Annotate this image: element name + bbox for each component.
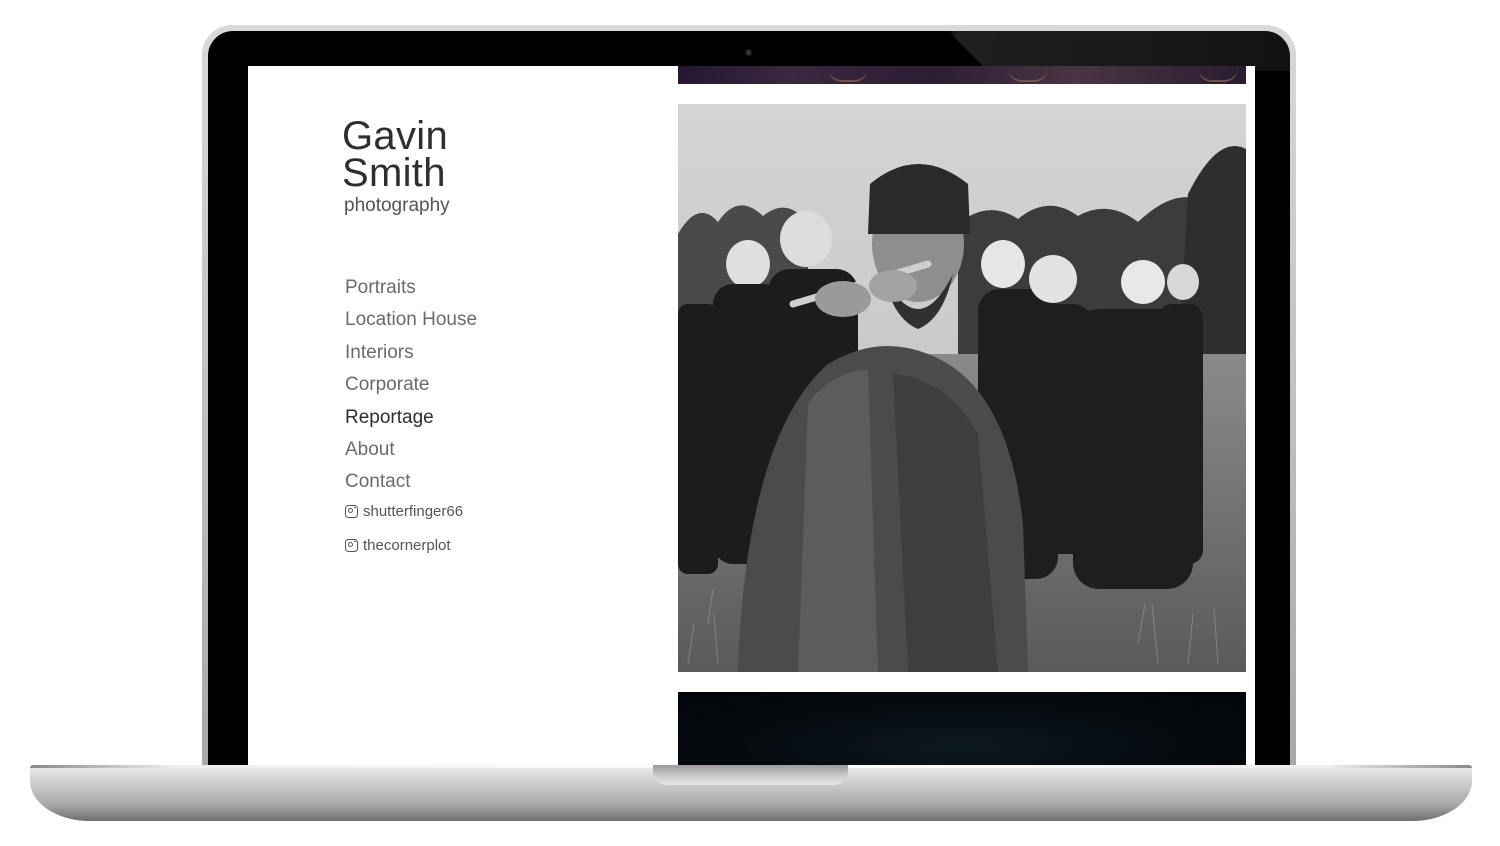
gallery-photo-previous[interactable] xyxy=(678,66,1246,84)
photo-detail xyxy=(1198,68,1238,82)
nav-item-reportage[interactable]: Reportage xyxy=(345,402,477,434)
nav-item-about[interactable]: About xyxy=(345,434,477,466)
nav-item-corporate[interactable]: Corporate xyxy=(345,369,477,401)
nav-item-portraits[interactable]: Portraits xyxy=(345,272,477,304)
brand-line-2: Smith xyxy=(342,151,446,195)
gallery-photo-main[interactable] xyxy=(678,104,1246,672)
reportage-photo xyxy=(678,104,1246,672)
site-logo[interactable]: Gavin Smith photography xyxy=(342,114,450,218)
laptop-hinge-notch xyxy=(653,765,848,785)
social-link-thecornerplot[interactable]: thecornerplot xyxy=(345,536,463,554)
browser-viewport: Gavin Smith photography Portraits Locati… xyxy=(248,66,1255,765)
social-links: shutterfinger66 thecornerplot xyxy=(345,502,463,570)
instagram-icon xyxy=(345,504,358,518)
social-handle: shutterfinger66 xyxy=(363,502,464,520)
photo-detail xyxy=(828,68,868,82)
instagram-icon xyxy=(345,538,358,552)
brand-subtitle: photography xyxy=(344,195,450,216)
webcam xyxy=(746,50,751,55)
brand-line-1: Gavin xyxy=(342,114,448,158)
main-nav: Portraits Location House Interiors Corpo… xyxy=(345,272,477,499)
social-link-shutterfinger66[interactable]: shutterfinger66 xyxy=(345,502,463,520)
photo-detail xyxy=(1008,68,1048,82)
nav-item-interiors[interactable]: Interiors xyxy=(345,337,477,369)
nav-item-contact[interactable]: Contact xyxy=(345,466,477,498)
nav-item-location-house[interactable]: Location House xyxy=(345,304,477,336)
gallery-photo-next[interactable] xyxy=(678,692,1246,765)
social-handle: thecornerplot xyxy=(363,536,451,554)
